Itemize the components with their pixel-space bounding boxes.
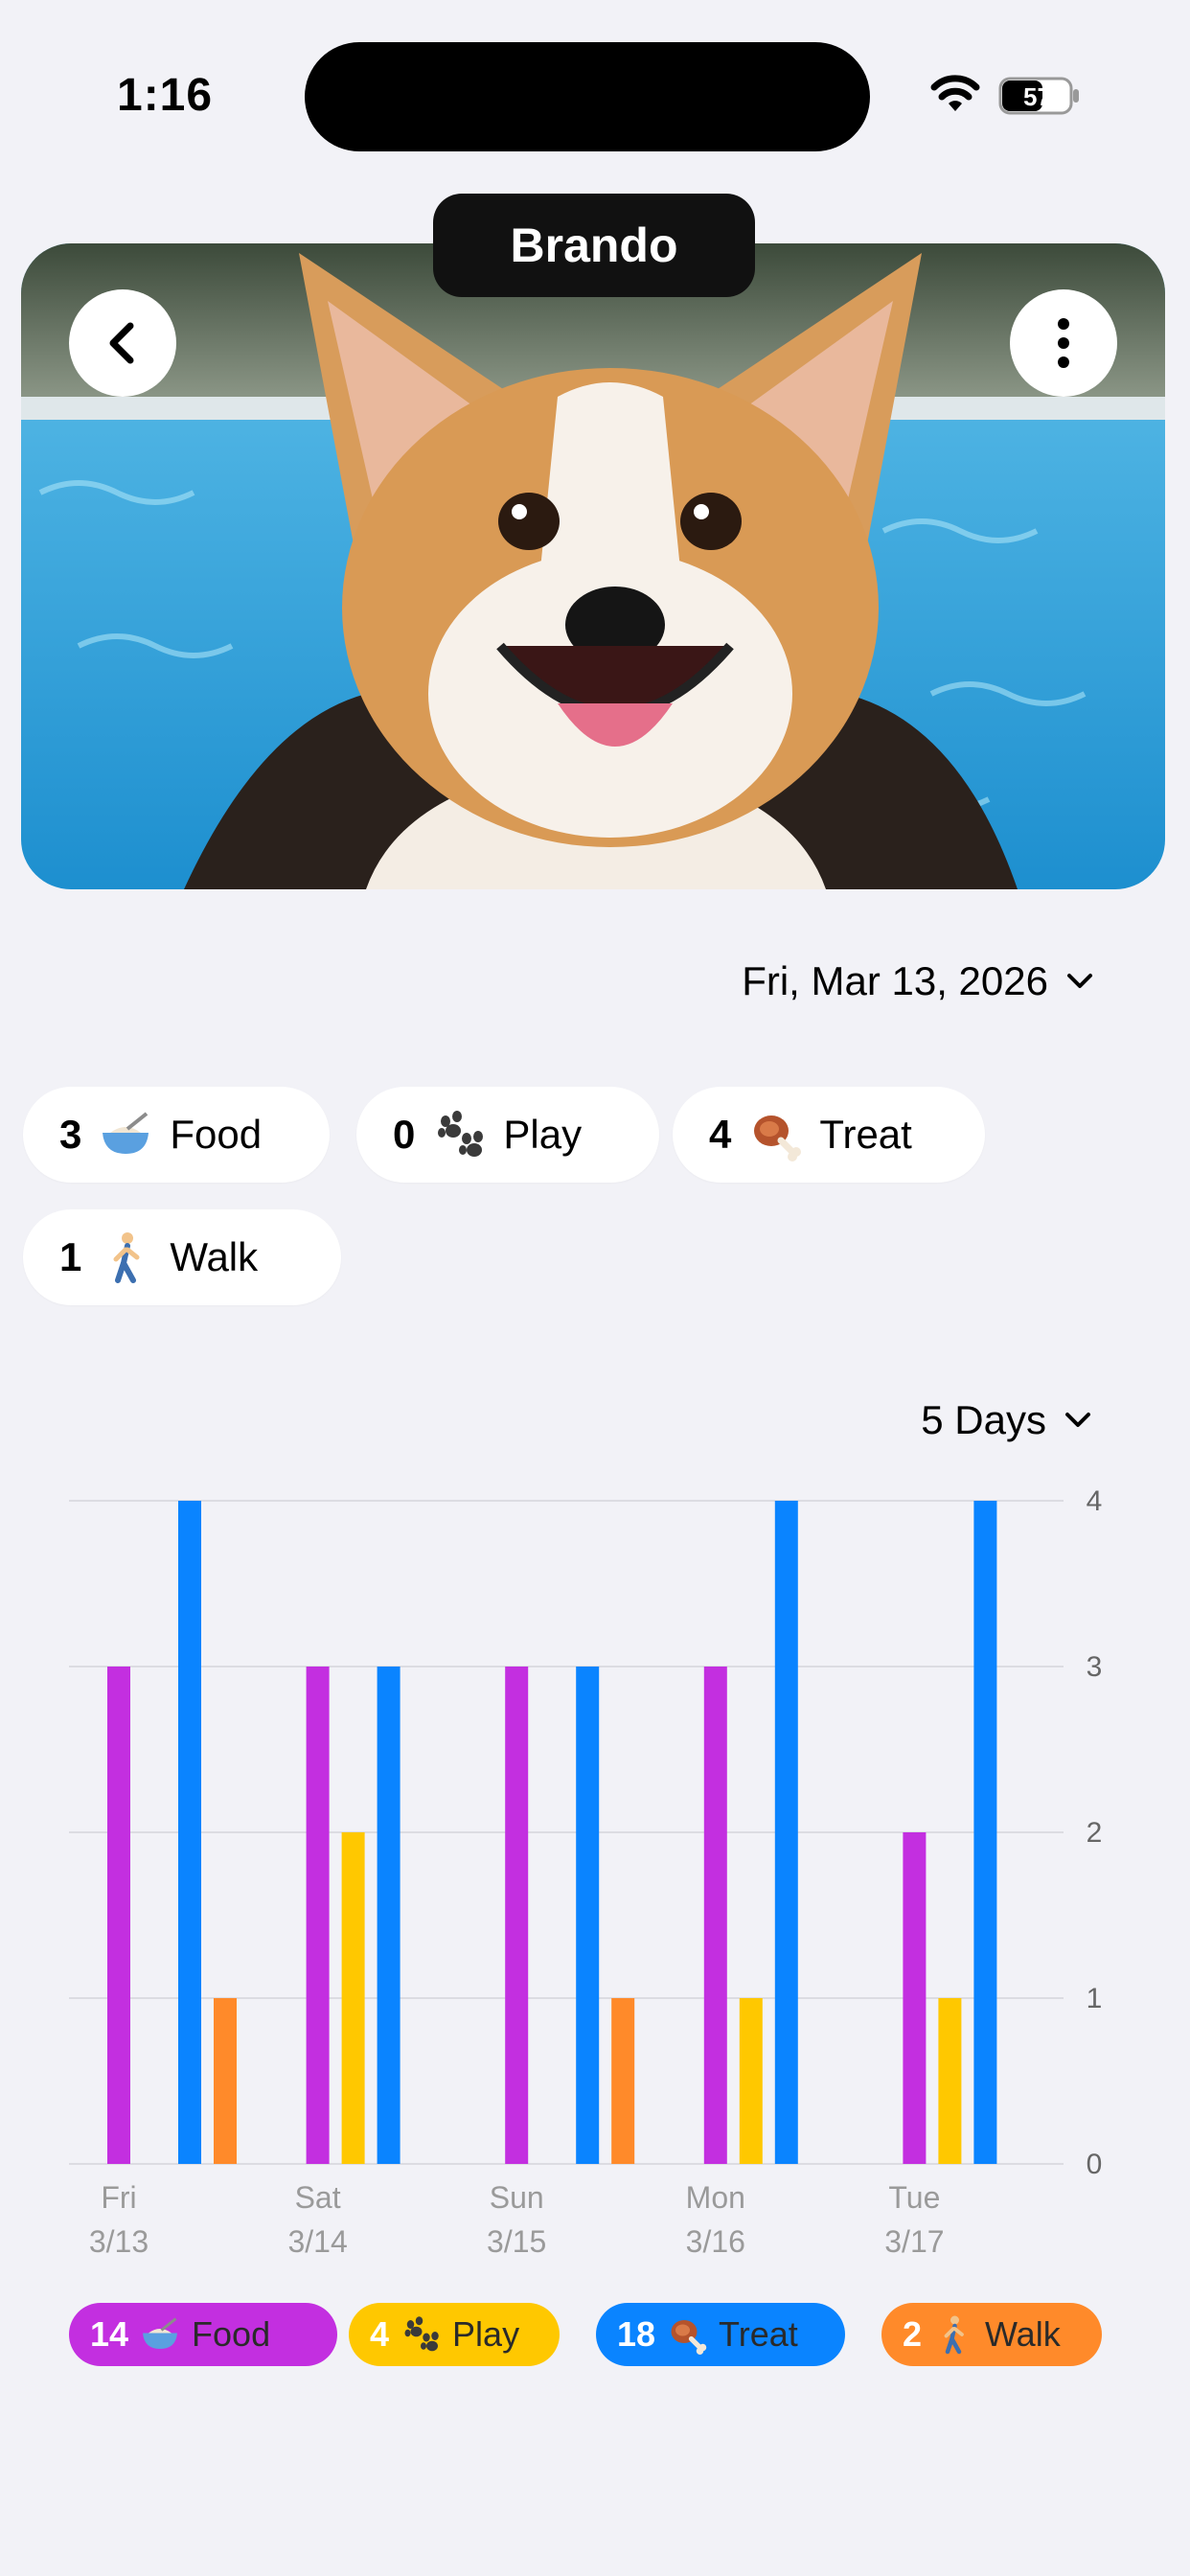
bar-treat: [973, 1501, 997, 2164]
paw-icon: [438, 1111, 484, 1157]
bar-play: [938, 1998, 962, 2164]
chevron-down-icon: [1067, 974, 1092, 988]
legend-walk-label: Walk: [985, 2314, 1061, 2354]
bar-food: [505, 1667, 529, 2164]
legend-treat[interactable]: 18 Treat: [596, 2303, 845, 2366]
legend-treat-total: 18: [617, 2314, 656, 2354]
x-tick-date: 3/16: [686, 2224, 745, 2259]
bar-treat: [178, 1501, 201, 2164]
status-time: 1:16: [117, 70, 214, 121]
legend-walk-total: 2: [903, 2314, 923, 2354]
legend-food-total: 14: [90, 2314, 129, 2354]
bar-food: [903, 1832, 927, 2164]
battery-icon: 57: [998, 77, 1081, 115]
y-tick-label: 3: [1087, 1651, 1103, 1683]
play-label: Play: [503, 1112, 583, 1157]
treat-count-button[interactable]: 4 Treat: [673, 1087, 985, 1183]
more-options-button[interactable]: [1010, 289, 1117, 397]
legend-play-label: Play: [452, 2314, 520, 2354]
bowl-icon: [103, 1112, 149, 1154]
battery-level: 57: [1023, 82, 1051, 111]
food-label: Food: [170, 1112, 263, 1157]
x-tick-day: Tue: [888, 2180, 940, 2215]
y-tick-label: 4: [1087, 1485, 1103, 1517]
treat-label: Treat: [819, 1112, 912, 1157]
x-tick-day: Sun: [490, 2180, 544, 2215]
date-selector[interactable]: Fri, Mar 13, 2026: [742, 958, 1094, 1004]
walking-icon: [944, 2315, 964, 2355]
food-count-button[interactable]: 3 Food: [23, 1087, 330, 1183]
bar-food: [107, 1667, 130, 2164]
bar-play: [341, 1832, 365, 2164]
x-tick-date: 3/17: [884, 2224, 944, 2259]
bowl-icon: [143, 2317, 178, 2349]
x-tick-day: Fri: [101, 2180, 136, 2215]
x-tick-date: 3/13: [89, 2224, 149, 2259]
bar-play: [739, 1998, 763, 2164]
wifi-icon: [930, 75, 980, 111]
legend-walk[interactable]: 2 Walk: [881, 2303, 1102, 2366]
bar-treat: [774, 1501, 798, 2164]
activity-bar-chart: 0 1 2 3 4 Fri 3/13 Sat 3/14 Sun 3/15 Mon 3/16 Tue 3/17: [69, 1485, 1103, 2259]
walk-count: 1: [59, 1234, 82, 1279]
chevron-left-icon: [109, 322, 134, 364]
legend-play-total: 4: [370, 2314, 390, 2354]
y-tick-label: 2: [1087, 1817, 1103, 1849]
walking-icon: [113, 1232, 140, 1283]
x-tick-date: 3/15: [487, 2224, 546, 2259]
more-vertical-icon: [1058, 318, 1069, 368]
date-label: Fri, Mar 13, 2026: [742, 958, 1048, 1003]
legend-food[interactable]: 14 Food: [69, 2303, 337, 2366]
range-label: 5 Days: [921, 1397, 1046, 1442]
play-count: 0: [393, 1112, 416, 1157]
back-button[interactable]: [69, 289, 176, 397]
bar-treat: [377, 1667, 400, 2164]
meat-icon: [754, 1116, 802, 1162]
legend-food-label: Food: [192, 2314, 271, 2354]
range-selector[interactable]: 5 Days: [921, 1397, 1092, 1443]
dynamic-island: [305, 42, 870, 151]
x-tick-day: Mon: [686, 2180, 745, 2215]
legend-treat-label: Treat: [719, 2314, 798, 2354]
meat-icon: [671, 2320, 707, 2355]
treat-count: 4: [709, 1112, 732, 1157]
legend-play[interactable]: 4 Play: [349, 2303, 560, 2366]
x-tick-date: 3/14: [287, 2224, 347, 2259]
paw-icon: [404, 2316, 439, 2352]
y-tick-label: 1: [1087, 1983, 1103, 2014]
bar-food: [306, 1667, 330, 2164]
x-tick-day: Sat: [295, 2180, 341, 2215]
chevron-down-icon: [1065, 1413, 1090, 1427]
walk-count-button[interactable]: 1 Walk: [23, 1209, 341, 1305]
bar-food: [703, 1667, 727, 2164]
bar-walk: [214, 1998, 237, 2164]
play-count-button[interactable]: 0 Play: [356, 1087, 659, 1183]
walk-label: Walk: [170, 1234, 259, 1279]
pet-name-title: Brando: [433, 194, 755, 297]
y-tick-label: 0: [1087, 2149, 1103, 2180]
bar-treat: [576, 1667, 600, 2164]
pet-photo: [21, 243, 1165, 889]
food-count: 3: [59, 1112, 82, 1157]
bar-walk: [611, 1998, 635, 2164]
